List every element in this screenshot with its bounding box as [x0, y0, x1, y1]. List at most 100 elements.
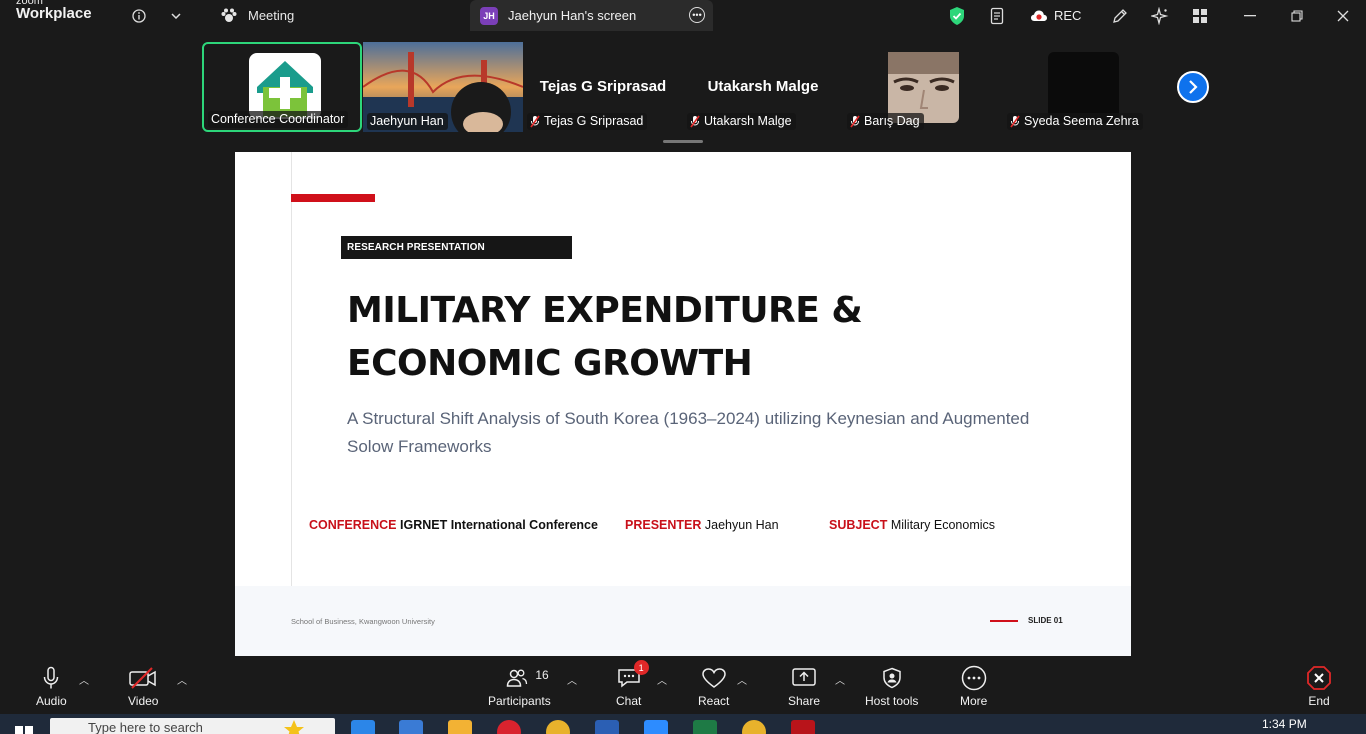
video-options-caret[interactable]: ︿	[177, 672, 187, 687]
participant-tile[interactable]: Tejas G Sriprasad Tejas G Sriprasad	[523, 42, 683, 132]
slide-label: RESEARCH PRESENTATION	[341, 236, 572, 259]
participant-strip: Conference Coordinator Jaehyun Han Tejas…	[0, 31, 1366, 145]
chat-options-caret[interactable]: ︿	[657, 672, 667, 687]
mic-muted-icon	[530, 115, 540, 127]
participants-count: 16	[535, 668, 549, 682]
participant-display-name: Utakarsh Malge	[707, 78, 819, 95]
share-screen-icon	[792, 668, 816, 686]
participants-button[interactable]: 16 Participants	[488, 664, 551, 708]
zoom-logo: zoom Workplace	[16, 0, 92, 21]
react-button[interactable]: React	[698, 664, 729, 708]
next-participants-button[interactable]	[1177, 71, 1209, 103]
mic-muted-icon	[690, 115, 700, 127]
slide-number: SLIDE 01	[1028, 616, 1063, 625]
cloud-record-icon	[1031, 10, 1047, 21]
participant-tile[interactable]: Utakarsh Malge Utakarsh Malge	[683, 42, 843, 132]
host-tools-button[interactable]: Host tools	[865, 664, 918, 708]
slide-footer: School of Business, Kwangwoon University…	[235, 586, 1131, 656]
participant-name: Barış Dag	[847, 113, 924, 130]
restore-icon[interactable]	[1287, 0, 1307, 31]
acrobat-icon[interactable]	[791, 720, 815, 734]
folder-icon[interactable]	[448, 720, 472, 734]
heart-react-icon	[701, 668, 726, 688]
tab-shared-screen[interactable]: JH Jaehyun Han's screen •••	[470, 0, 713, 31]
recording-indicator[interactable]: REC	[1030, 0, 1081, 31]
chevron-right-icon	[1189, 80, 1198, 94]
participant-display-name: Tejas G Sriprasad	[539, 78, 667, 95]
participant-name: Jaehyun Han	[367, 113, 448, 130]
taskbar-app-icon[interactable]	[351, 720, 375, 734]
rec-label: REC	[1054, 8, 1082, 23]
apps-grid-icon[interactable]	[1190, 0, 1210, 31]
participant-name: Conference Coordinator	[208, 111, 349, 128]
share-options-caret[interactable]: ︿	[835, 672, 845, 687]
info-icon[interactable]	[130, 0, 148, 31]
participant-name: Utakarsh Malge	[687, 113, 796, 130]
mic-muted-icon	[850, 115, 860, 127]
zoom-app-icon[interactable]	[644, 720, 668, 734]
more-options-icon[interactable]: •••	[689, 7, 705, 23]
word-icon[interactable]	[595, 720, 619, 734]
star-icon	[284, 720, 304, 734]
tab-screen-label: Jaehyun Han's screen	[508, 8, 637, 23]
end-meeting-button[interactable]: End	[1306, 664, 1332, 708]
minimize-icon[interactable]	[1240, 0, 1260, 31]
chevron-down-icon[interactable]	[168, 0, 184, 31]
chat-button[interactable]: 1 Chat	[616, 660, 649, 708]
meeting-toolbar: Audio ︿ Video ︿ 16 Participants ︿ 1 Chat…	[0, 656, 1366, 714]
excel-icon[interactable]	[693, 720, 717, 734]
participant-tile[interactable]: Syeda Seema Zehra	[1003, 42, 1163, 132]
os-taskbar: Type here to search 1:34 PM	[0, 714, 1366, 734]
audio-button[interactable]: Audio	[36, 664, 67, 708]
slide-conference: CONFERENCE IGRNET International Conferen…	[309, 518, 598, 532]
brand-line2: Workplace	[16, 5, 92, 22]
participant-tile[interactable]: Barış Dag	[843, 42, 1003, 132]
shared-screen-slide: RESEARCH PRESENTATION MILITARY EXPENDITU…	[235, 152, 1131, 656]
jh-avatar: JH	[480, 6, 498, 25]
slide-footer-school: School of Business, Kwangwoon University	[291, 617, 435, 626]
slide-subject: SUBJECT Military Economics	[829, 518, 996, 532]
taskbar-search-input[interactable]: Type here to search	[50, 718, 335, 734]
taskbar-clock[interactable]: 1:34 PM	[1262, 717, 1307, 731]
mic-muted-icon	[1010, 115, 1020, 127]
document-icon[interactable]	[988, 0, 1008, 31]
slide-subtitle-line1: A Structural Shift Analysis of South Kor…	[347, 409, 1030, 428]
video-off-icon	[129, 667, 156, 689]
strip-resize-handle[interactable]	[663, 140, 703, 143]
conference-logo-avatar	[249, 53, 321, 119]
slide-title-line1: MILITARY EXPENDITURE &	[347, 290, 863, 331]
close-icon[interactable]	[1333, 0, 1353, 31]
participant-tile[interactable]: Conference Coordinator	[202, 42, 362, 132]
slide-footer-accent	[990, 620, 1018, 622]
slide-title-line2: ECONOMIC GROWTH	[347, 343, 753, 384]
more-ellipsis-icon	[961, 665, 986, 691]
participant-name: Syeda Seema Zehra	[1007, 113, 1143, 130]
more-button[interactable]: More	[960, 664, 987, 708]
participants-options-caret[interactable]: ︿	[567, 672, 577, 687]
slide-presenter: PRESENTER Jaehyun Han	[625, 518, 779, 532]
participant-name: Tejas G Sriprasad	[527, 113, 648, 130]
chrome-icon[interactable]	[546, 720, 570, 734]
slide-subtitle: A Structural Shift Analysis of South Kor…	[347, 405, 1047, 461]
host-shield-icon	[882, 667, 901, 689]
annotate-pen-icon[interactable]	[1110, 0, 1130, 31]
slide-subtitle-line2: Solow Frameworks	[347, 437, 492, 456]
chat-unread-badge: 1	[633, 660, 649, 675]
slide-title: MILITARY EXPENDITURE & ECONOMIC GROWTH	[347, 284, 947, 390]
slide-accent-bar	[291, 194, 375, 202]
microphone-icon	[44, 666, 59, 689]
video-button[interactable]: Video	[128, 664, 158, 708]
windows-start-icon[interactable]	[14, 725, 34, 734]
security-shield-icon[interactable]	[946, 0, 968, 31]
share-button[interactable]: Share	[788, 664, 820, 708]
audio-options-caret[interactable]: ︿	[79, 672, 89, 687]
end-octagon-icon	[1307, 666, 1331, 690]
chrome-icon[interactable]	[742, 720, 766, 734]
tab-meeting[interactable]: Meeting	[210, 0, 468, 31]
ai-companion-icon[interactable]	[1150, 0, 1170, 31]
react-options-caret[interactable]: ︿	[737, 672, 747, 687]
taskbar-app-icon[interactable]	[399, 720, 423, 734]
opera-icon[interactable]	[497, 720, 521, 734]
participant-tile[interactable]: Jaehyun Han	[363, 42, 523, 132]
tab-meeting-label: Meeting	[248, 8, 295, 23]
